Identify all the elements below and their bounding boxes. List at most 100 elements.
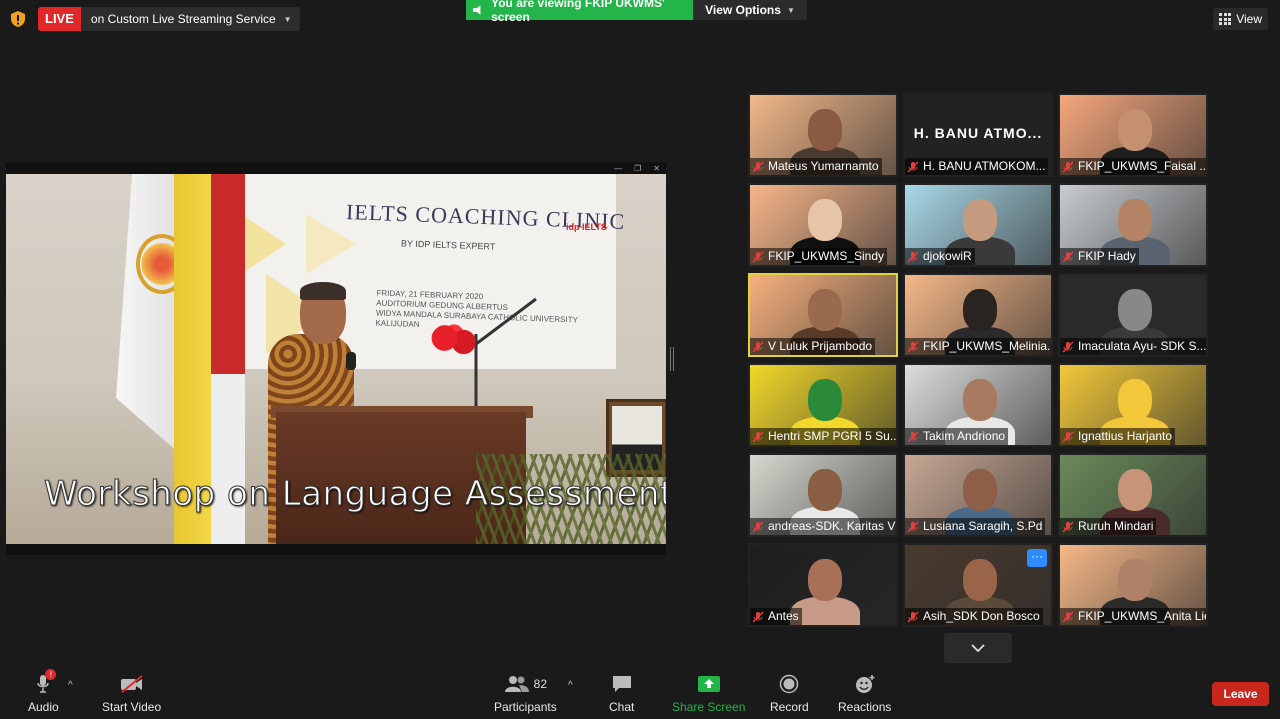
- participant-name-bar: H. BANU ATMOKOM...: [905, 158, 1049, 175]
- participant-tile[interactable]: Ruruh Mindari: [1058, 453, 1208, 537]
- participant-name-bar: Mateus Yumarnamto: [750, 158, 882, 175]
- participant-tile[interactable]: FKIP_UKWMS_Sindy: [748, 183, 898, 267]
- audio-button[interactable]: ! Audio: [28, 669, 59, 714]
- participant-face: [1118, 109, 1152, 151]
- participant-name-bar: Lusiana Saragih, S.Pd: [905, 518, 1046, 535]
- participant-tile[interactable]: H. BANU ATMO... H. BANU ATMOKOM...: [903, 93, 1053, 177]
- participants-count: 82: [533, 677, 548, 691]
- muted-mic-icon: [907, 341, 919, 352]
- chevron-down-icon: [971, 644, 985, 652]
- participant-name: Ignattius Harjanto: [1078, 429, 1173, 443]
- shared-screen-window: — ❐ ✕ IELTS COACHING CLINIC BY IDP IELTS…: [6, 162, 666, 555]
- viewing-banner-text: You are viewing FKIP UKWMS' screen: [491, 0, 665, 24]
- participant-face: [808, 289, 842, 331]
- audio-label: Audio: [28, 700, 59, 714]
- live-tag: LIVE: [38, 7, 81, 31]
- participant-name-bar: FKIP Hady: [1060, 248, 1139, 265]
- leave-button[interactable]: Leave: [1212, 682, 1269, 706]
- participant-face: [808, 199, 842, 241]
- reactions-label: Reactions: [838, 700, 892, 714]
- chat-button[interactable]: Chat: [609, 672, 634, 714]
- flower-arrangement: [430, 322, 478, 362]
- participant-tile[interactable]: Takim Andriono: [903, 363, 1053, 447]
- participant-face: [1118, 379, 1152, 421]
- participant-face: [808, 559, 842, 601]
- muted-mic-icon: [1062, 341, 1074, 352]
- muted-mic-icon: [752, 611, 764, 622]
- participant-name: Antes: [768, 609, 799, 623]
- view-layout-button[interactable]: View: [1213, 8, 1268, 30]
- idp-logo: idp IELTS: [566, 222, 607, 232]
- participant-tile[interactable]: Mateus Yumarnamto: [748, 93, 898, 177]
- participant-tile[interactable]: ··· Asih_SDK Don Bosco: [903, 543, 1053, 627]
- share-screen-icon: [697, 676, 720, 692]
- start-video-button[interactable]: Start Video: [102, 672, 161, 714]
- participant-tile[interactable]: FKIP Hady: [1058, 183, 1208, 267]
- gallery-next-page-button[interactable]: [944, 633, 1012, 663]
- restore-icon: ❐: [634, 163, 642, 173]
- muted-mic-icon: [1062, 161, 1074, 172]
- participant-tile[interactable]: Lusiana Saragih, S.Pd: [903, 453, 1053, 537]
- video-camera-off-icon: [120, 675, 143, 693]
- record-icon-wrap: [779, 672, 799, 696]
- reactions-button[interactable]: Reactions: [838, 672, 891, 714]
- participant-tile[interactable]: FKIP_UKWMS_Melinia...: [903, 273, 1053, 357]
- share-screen-label: Share Screen: [672, 700, 746, 714]
- muted-mic-icon: [1062, 251, 1074, 262]
- record-label: Record: [770, 700, 809, 714]
- participant-name-bar: Takim Andriono: [905, 428, 1009, 445]
- indonesian-flag-white: [211, 374, 245, 544]
- minimize-icon: —: [614, 163, 623, 173]
- shared-screen-content: IELTS COACHING CLINIC BY IDP IELTS EXPER…: [6, 174, 666, 544]
- participant-name: Asih_SDK Don Bosco: [923, 609, 1040, 623]
- audio-options-caret[interactable]: ^: [68, 680, 73, 691]
- muted-mic-icon: [1062, 521, 1074, 532]
- participant-tile[interactable]: andreas-SDK. Karitas V: [748, 453, 898, 537]
- muted-mic-icon: [1062, 431, 1074, 442]
- participant-face: [963, 379, 997, 421]
- participant-name: Ruruh Mindari: [1078, 519, 1154, 533]
- participant-name: FKIP Hady: [1078, 249, 1136, 263]
- muted-mic-icon: [907, 161, 919, 172]
- record-button[interactable]: Record: [770, 672, 809, 714]
- participant-tile[interactable]: Antes: [748, 543, 898, 627]
- view-options-label: View Options: [705, 3, 781, 17]
- share-screen-button[interactable]: Share Screen: [672, 672, 745, 714]
- participant-tile[interactable]: FKIP_UKWMS_Anita Lie: [1058, 543, 1208, 627]
- start-video-label: Start Video: [102, 700, 162, 714]
- participant-name: FKIP_UKWMS_Sindy: [768, 249, 885, 263]
- live-streaming-badge[interactable]: LIVE on Custom Live Streaming Service ▼: [38, 7, 300, 31]
- muted-mic-icon: [752, 161, 764, 172]
- participant-tile[interactable]: FKIP_UKWMS_Faisal ...: [1058, 93, 1208, 177]
- participants-icon: [504, 676, 529, 692]
- participant-name: andreas-SDK. Karitas V: [768, 519, 896, 533]
- participant-name-bar: Ruruh Mindari: [1060, 518, 1157, 535]
- resize-splitter[interactable]: [670, 347, 674, 371]
- audio-icon-wrap: !: [36, 669, 57, 696]
- participant-tile[interactable]: V Luluk Prijambodo: [748, 273, 898, 357]
- chevron-down-icon: ▼: [283, 14, 292, 24]
- chat-icon-wrap: [611, 672, 633, 696]
- participant-name: Mateus Yumarnamto: [768, 159, 879, 173]
- reactions-icon-wrap: [854, 672, 876, 696]
- participants-button[interactable]: 82 Participants: [494, 672, 557, 714]
- participant-name: FKIP_UKWMS_Anita Lie: [1078, 609, 1206, 623]
- close-icon: ✕: [653, 163, 660, 173]
- participant-name: FKIP_UKWMS_Melinia...: [923, 339, 1051, 353]
- speaker-hair: [300, 282, 346, 300]
- view-options-button[interactable]: View Options ▼: [693, 0, 807, 20]
- participant-tile[interactable]: djokowiR: [903, 183, 1053, 267]
- participant-name: Hentri SMP PGRI 5 Su...: [768, 429, 896, 443]
- participant-face: [963, 289, 997, 331]
- participant-face: [963, 469, 997, 511]
- security-shield-icon[interactable]: [10, 10, 26, 28]
- participant-name-bar: Imaculata Ayu- SDK S...: [1060, 338, 1206, 355]
- participant-tile[interactable]: Hentri SMP PGRI 5 Su...: [748, 363, 898, 447]
- participant-tile[interactable]: Imaculata Ayu- SDK S...: [1058, 273, 1208, 357]
- participant-more-button[interactable]: ···: [1027, 549, 1047, 567]
- workshop-caption: Workshop on Language Assessment: [44, 474, 666, 515]
- video-icon-wrap: [119, 672, 145, 696]
- participants-options-caret[interactable]: ^: [568, 680, 573, 691]
- participant-tile[interactable]: Ignattius Harjanto: [1058, 363, 1208, 447]
- participant-name: FKIP_UKWMS_Faisal ...: [1078, 159, 1206, 173]
